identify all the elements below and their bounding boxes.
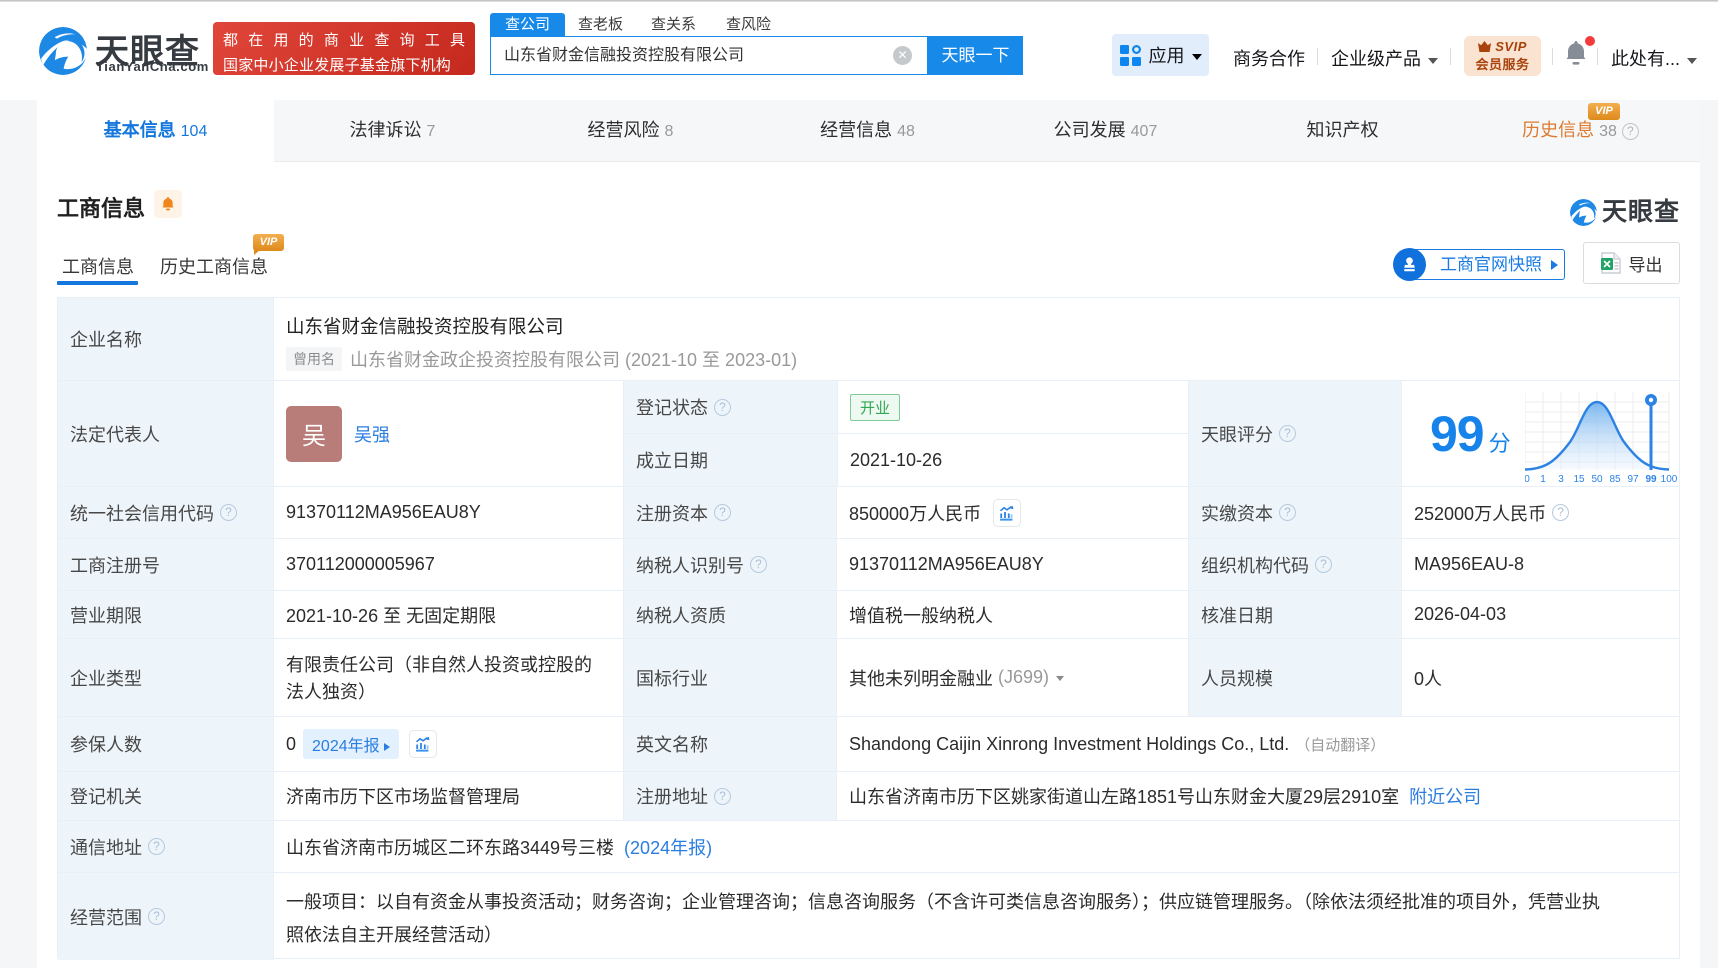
svg-text:3: 3 (1558, 474, 1564, 484)
svg-text:99: 99 (1645, 474, 1657, 484)
svg-text:0: 0 (1525, 474, 1530, 484)
svg-text:85: 85 (1609, 474, 1621, 484)
svg-text:15: 15 (1573, 474, 1585, 484)
svg-text:50: 50 (1591, 474, 1603, 484)
svg-text:1: 1 (1540, 474, 1546, 484)
svg-text:100: 100 (1660, 474, 1676, 484)
svg-text:97: 97 (1627, 474, 1639, 484)
